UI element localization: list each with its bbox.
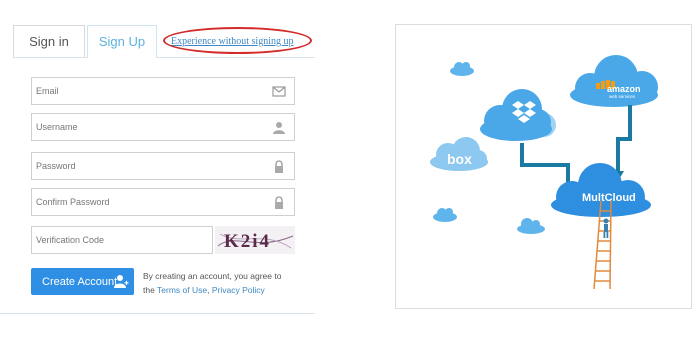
amazon-cloud: amazon web services [570,55,658,107]
climbing-person-icon [603,218,609,238]
user-icon [273,122,285,134]
captcha-graphic: K2i4 [217,231,294,252]
box-label: box [447,151,472,167]
active-tab-gap [88,57,156,58]
terms-prefix: the [143,285,155,295]
terms-links-line: the Terms of Use, Privacy Policy [143,285,265,295]
password-field[interactable] [31,152,295,180]
tab-divider [13,57,315,58]
multcloud-illustration: box amazon web services MultCloud [395,24,692,309]
verification-code-field[interactable] [31,226,264,254]
small-cloud-3 [517,218,545,234]
create-account-button[interactable]: Create Account [31,268,134,295]
terms-text: By creating an account, you agree to [143,271,282,281]
terms-of-use-link[interactable]: Terms of Use [157,285,207,295]
add-user-icon [114,275,129,288]
box-cloud: box [430,137,488,171]
small-cloud-2 [433,208,457,222]
create-account-label: Create Account [42,275,118,288]
lock-icon [275,196,283,209]
envelope-icon [272,86,286,97]
confirm-password-input[interactable] [36,189,264,215]
email-input[interactable] [36,78,264,104]
dropbox-cloud [480,89,556,141]
illustration-graphic: box amazon web services MultCloud [430,55,658,290]
amazon-label: amazon [607,84,641,94]
lock-icon [275,160,283,173]
terms-separator: , [207,285,210,295]
captcha-text: K2i4 [224,231,271,252]
username-field[interactable] [31,113,295,141]
highlight-oval [163,27,312,54]
amazon-sub-label: web services [609,94,636,99]
arrow-from-dropbox [520,143,570,187]
username-input[interactable] [36,114,264,140]
multcloud-label: MultCloud [582,192,636,204]
email-field[interactable] [31,77,295,105]
arrow-from-amazon [616,105,632,173]
tab-signup[interactable]: Sign Up [87,25,157,57]
password-input[interactable] [36,153,264,179]
captcha-image[interactable]: K2i4 [215,226,295,254]
tab-signin[interactable]: Sign in [13,25,85,57]
small-cloud-1 [450,62,474,76]
privacy-policy-link[interactable]: Privacy Policy [212,285,265,295]
confirm-password-field[interactable] [31,188,295,216]
form-bottom-divider [0,313,315,314]
